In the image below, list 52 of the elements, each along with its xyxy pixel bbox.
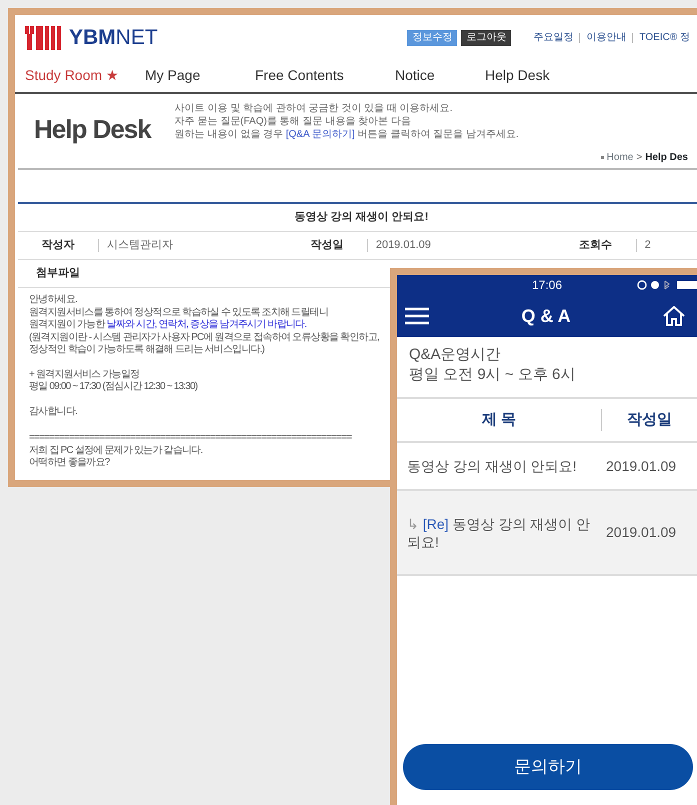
body-text: 어떡하면 좋을까요? [29,457,110,470]
logo-text[interactable]: YBMNET [69,22,158,54]
row-title: ↳ [Re] 동영상 강의 재생이 안되요! [406,514,592,550]
bullet-icon [600,156,604,159]
meta-label: 작성자 [40,238,76,254]
info-text: Q&A운영시간 [409,345,502,365]
meta-value: 2 [636,239,651,252]
meta-value: 2019.01.09 [366,239,431,252]
nav-link[interactable]: Notice [395,67,435,83]
breadcrumb-link[interactable]: Home [606,150,634,165]
intro-text: 자주 묻는 질문(FAQ)를 통해 질문 내용을 찾아본 다음 [174,115,411,128]
intro-text: 원하는 내용이 없을 경우 [Q&A 문의하기] 버튼을 클릭하여 질문을 남겨주세요. [174,128,519,141]
column-header: 제 목 [397,408,602,432]
top-link[interactable]: 주요일정 [527,32,580,42]
body-text: + 원격지원서비스 가능일정 [29,368,140,381]
screen-title: Q & A [521,304,571,328]
row-date: 2019.01.09 [605,456,678,476]
top-link[interactable]: 이용안내 [579,32,632,42]
body-text: 평일 09:00 ~ 17:30 (점심시간 12:30 ~ 13:30) [29,381,198,394]
menu-icon[interactable] [405,307,429,325]
info-text: 평일 오전 9시 ~ 오후 6시 [409,365,576,385]
ask-button[interactable]: 문의하기 [403,744,693,790]
column-header: 작성일 [626,410,673,430]
account-button[interactable]: 로그아웃 [461,30,512,46]
meta-label: 조회수 [578,238,614,254]
intro-text: 사이트 이용 및 학습에 관하여 궁금한 것이 있을 때 이용하세요. [174,102,453,115]
status-time: 17:06 [532,277,562,294]
list-row[interactable]: ↳ [Re] 동영상 강의 재생이 안되요! 2019.01.09 [397,491,697,576]
body-text: 감사합니다. [29,406,77,418]
nav-link[interactable]: Free Contents [255,67,344,83]
row-date: 2019.01.09 [605,523,678,542]
status-icons [637,280,697,290]
body-text: ================================================================ [29,432,352,444]
nav-link[interactable]: My Page [145,67,200,83]
top-link[interactable]: TOEIC® 정 [632,32,696,42]
meta-label: 첨부파일 [35,266,81,282]
nav-link[interactable]: Study Room ★ [25,67,119,83]
body-text: 정상적인 학습이 가능하도록 해결해 드리는 서비스입니다.) [29,344,264,356]
body-text: 원격지원서비스를 통하여 정상적으로 학습하실 수 있도록 조치해 드릴테니 [29,306,328,319]
post-title: 동영상 강의 재생이 안되요! [294,210,428,226]
home-icon[interactable] [663,306,685,326]
body-text: 저희 집 PC 설정에 문제가 있는가 같습니다. [29,444,202,457]
nav-link[interactable]: Help Desk [485,67,550,83]
meta-value: 시스템관리자 [98,239,173,252]
row-title: 동영상 강의 재생이 안되요! [406,457,578,475]
page-title: Help Desk [34,113,151,146]
body-text: 원격지원이 가능한 날짜와 시간, 연락처, 증상을 남겨주시기 바랍니다. [29,319,306,332]
body-text: (원격지원이란 - 시스템 관리자가 사용자 PC에 원격으로 접속하여 오류상황을 확인하고, [29,332,379,344]
body-text: 안녕하세요. [29,294,77,306]
meta-label: 작성일 [309,238,344,254]
breadcrumb-separator: > [636,151,642,165]
breadcrumb-current: Help Des [645,151,688,165]
